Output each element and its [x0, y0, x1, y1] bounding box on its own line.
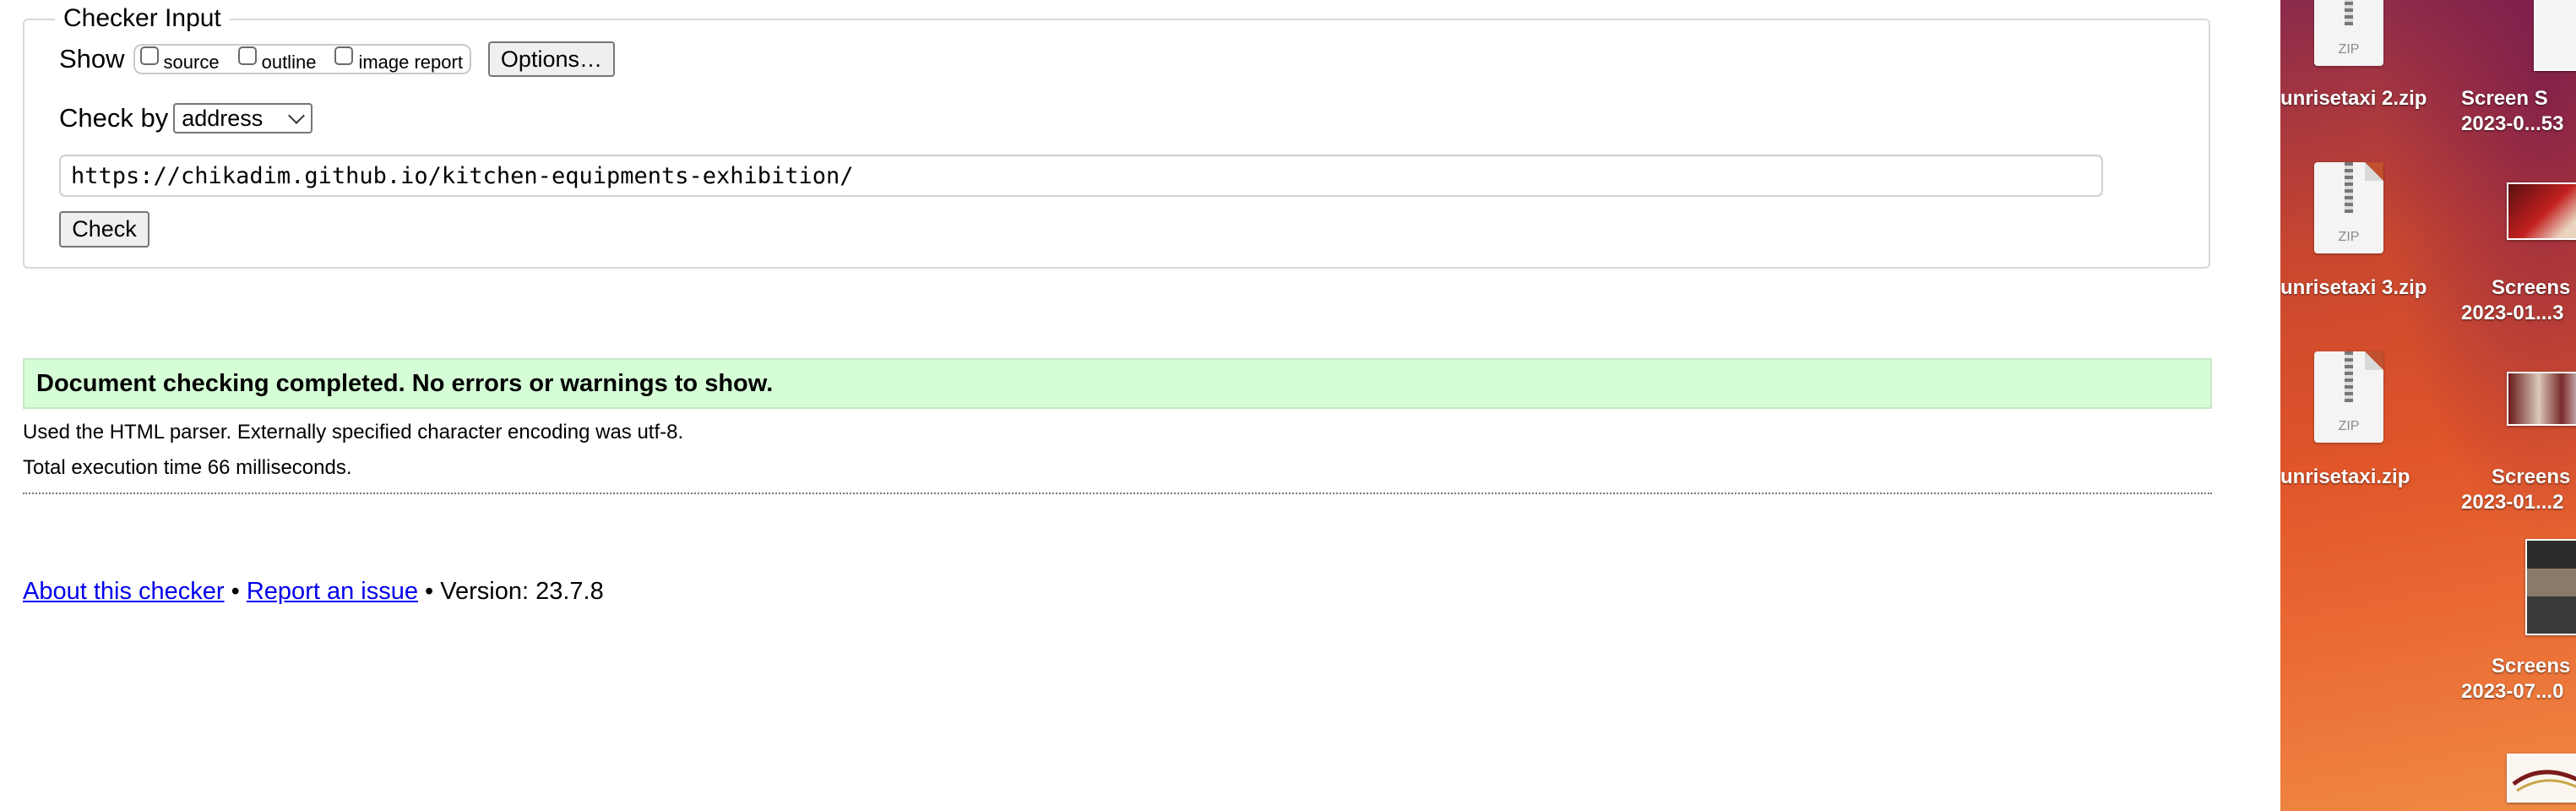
screenshot-label-2a[interactable]: Screens [2492, 275, 2570, 301]
image-report-checkbox-label[interactable]: image report [358, 52, 463, 73]
source-checkbox-label[interactable]: source [164, 52, 220, 73]
url-input[interactable]: https://chikadim.github.io/kitchen-equip… [59, 155, 2103, 197]
footer: About this checker • Report an issue • V… [23, 578, 604, 606]
execution-time: Total execution time 66 milliseconds. [23, 456, 352, 479]
screenshot-thumbnail-1[interactable] [2534, 0, 2576, 71]
zip-icon[interactable]: ZIP [2314, 162, 2383, 253]
zip-file-label-1[interactable]: unrisetaxi 2.zip [2280, 86, 2427, 112]
zip-file-label-3[interactable]: unrisetaxi.zip [2280, 465, 2410, 490]
footer-separator: • [231, 578, 240, 605]
version-text: Version: 23.7.8 [440, 578, 604, 605]
outline-checkbox-label[interactable]: outline [262, 52, 317, 73]
screenshot-thumbnail-2[interactable] [2507, 182, 2576, 240]
chevron-down-icon[interactable] [288, 107, 306, 124]
screenshot-thumbnail-4[interactable] [2525, 539, 2576, 635]
zip-type: ZIP [2338, 42, 2360, 57]
success-message: Document checking completed. No errors o… [23, 358, 2212, 409]
zipper-icon [2345, 0, 2353, 25]
validator-page: Checker Input Show source outline image … [0, 0, 2280, 811]
show-image-report-checkbox[interactable]: image report [334, 46, 463, 73]
screenshot-label-4a[interactable]: Screens [2492, 654, 2570, 679]
screenshot-label-1a[interactable]: Screen S [2461, 86, 2548, 112]
checker-input-fieldset: Checker Input Show source outline image … [23, 2, 2210, 269]
logo-swoosh-icon [2512, 770, 2576, 792]
footer-separator: • [425, 578, 434, 605]
parser-info: Used the HTML parser. Externally specifi… [23, 421, 684, 444]
checker-input-legend: Checker Input [55, 2, 230, 35]
image-report-checkbox-box[interactable] [334, 46, 354, 65]
screenshot-label-3a[interactable]: Screens [2492, 465, 2570, 490]
zip-icon[interactable]: ZIP [2314, 0, 2383, 66]
screenshot-thumbnail-3[interactable] [2507, 372, 2576, 426]
dotted-divider [23, 493, 2212, 494]
screenshot-label-4b[interactable]: 2023-07...0 [2461, 679, 2563, 705]
zip-type: ZIP [2338, 419, 2360, 433]
check-by-value[interactable]: address [182, 106, 263, 132]
check-by-select[interactable]: address [173, 103, 313, 133]
zipper-icon [2345, 162, 2353, 213]
outline-checkbox-box[interactable] [237, 46, 257, 65]
source-checkbox-box[interactable] [139, 46, 159, 65]
desktop-background: ZIP unrisetaxi 2.zip ZIP unrisetaxi 3.zi… [2280, 0, 2576, 811]
show-options-group: source outline image report [133, 44, 471, 74]
check-by-label: Check by [59, 103, 169, 133]
zip-file-label-2[interactable]: unrisetaxi 3.zip [2280, 275, 2427, 301]
zip-type: ZIP [2338, 230, 2360, 244]
check-by-row: Check by address [59, 100, 313, 137]
zip-file-icon-1[interactable]: ZIP [2314, 0, 2383, 66]
screenshot-label-2b[interactable]: 2023-01...3 [2461, 301, 2563, 326]
show-row: Show source outline image report Options… [59, 41, 615, 78]
report-issue-link[interactable]: Report an issue [247, 578, 418, 605]
zipper-icon [2345, 351, 2353, 402]
show-source-checkbox[interactable]: source [139, 46, 220, 73]
zip-file-icon-2[interactable]: ZIP [2314, 162, 2383, 253]
screenshot-label-1b[interactable]: 2023-0...53 [2461, 112, 2563, 137]
zip-file-icon-3[interactable]: ZIP [2314, 351, 2383, 443]
about-checker-link[interactable]: About this checker [23, 578, 225, 605]
check-button[interactable]: Check [59, 211, 149, 248]
options-button[interactable]: Options… [487, 41, 615, 77]
zip-icon[interactable]: ZIP [2314, 351, 2383, 443]
screenshot-label-3b[interactable]: 2023-01...2 [2461, 490, 2563, 515]
show-label: Show [59, 44, 125, 73]
show-outline-checkbox[interactable]: outline [237, 46, 317, 73]
screenshot-thumbnail-5[interactable] [2507, 754, 2576, 803]
